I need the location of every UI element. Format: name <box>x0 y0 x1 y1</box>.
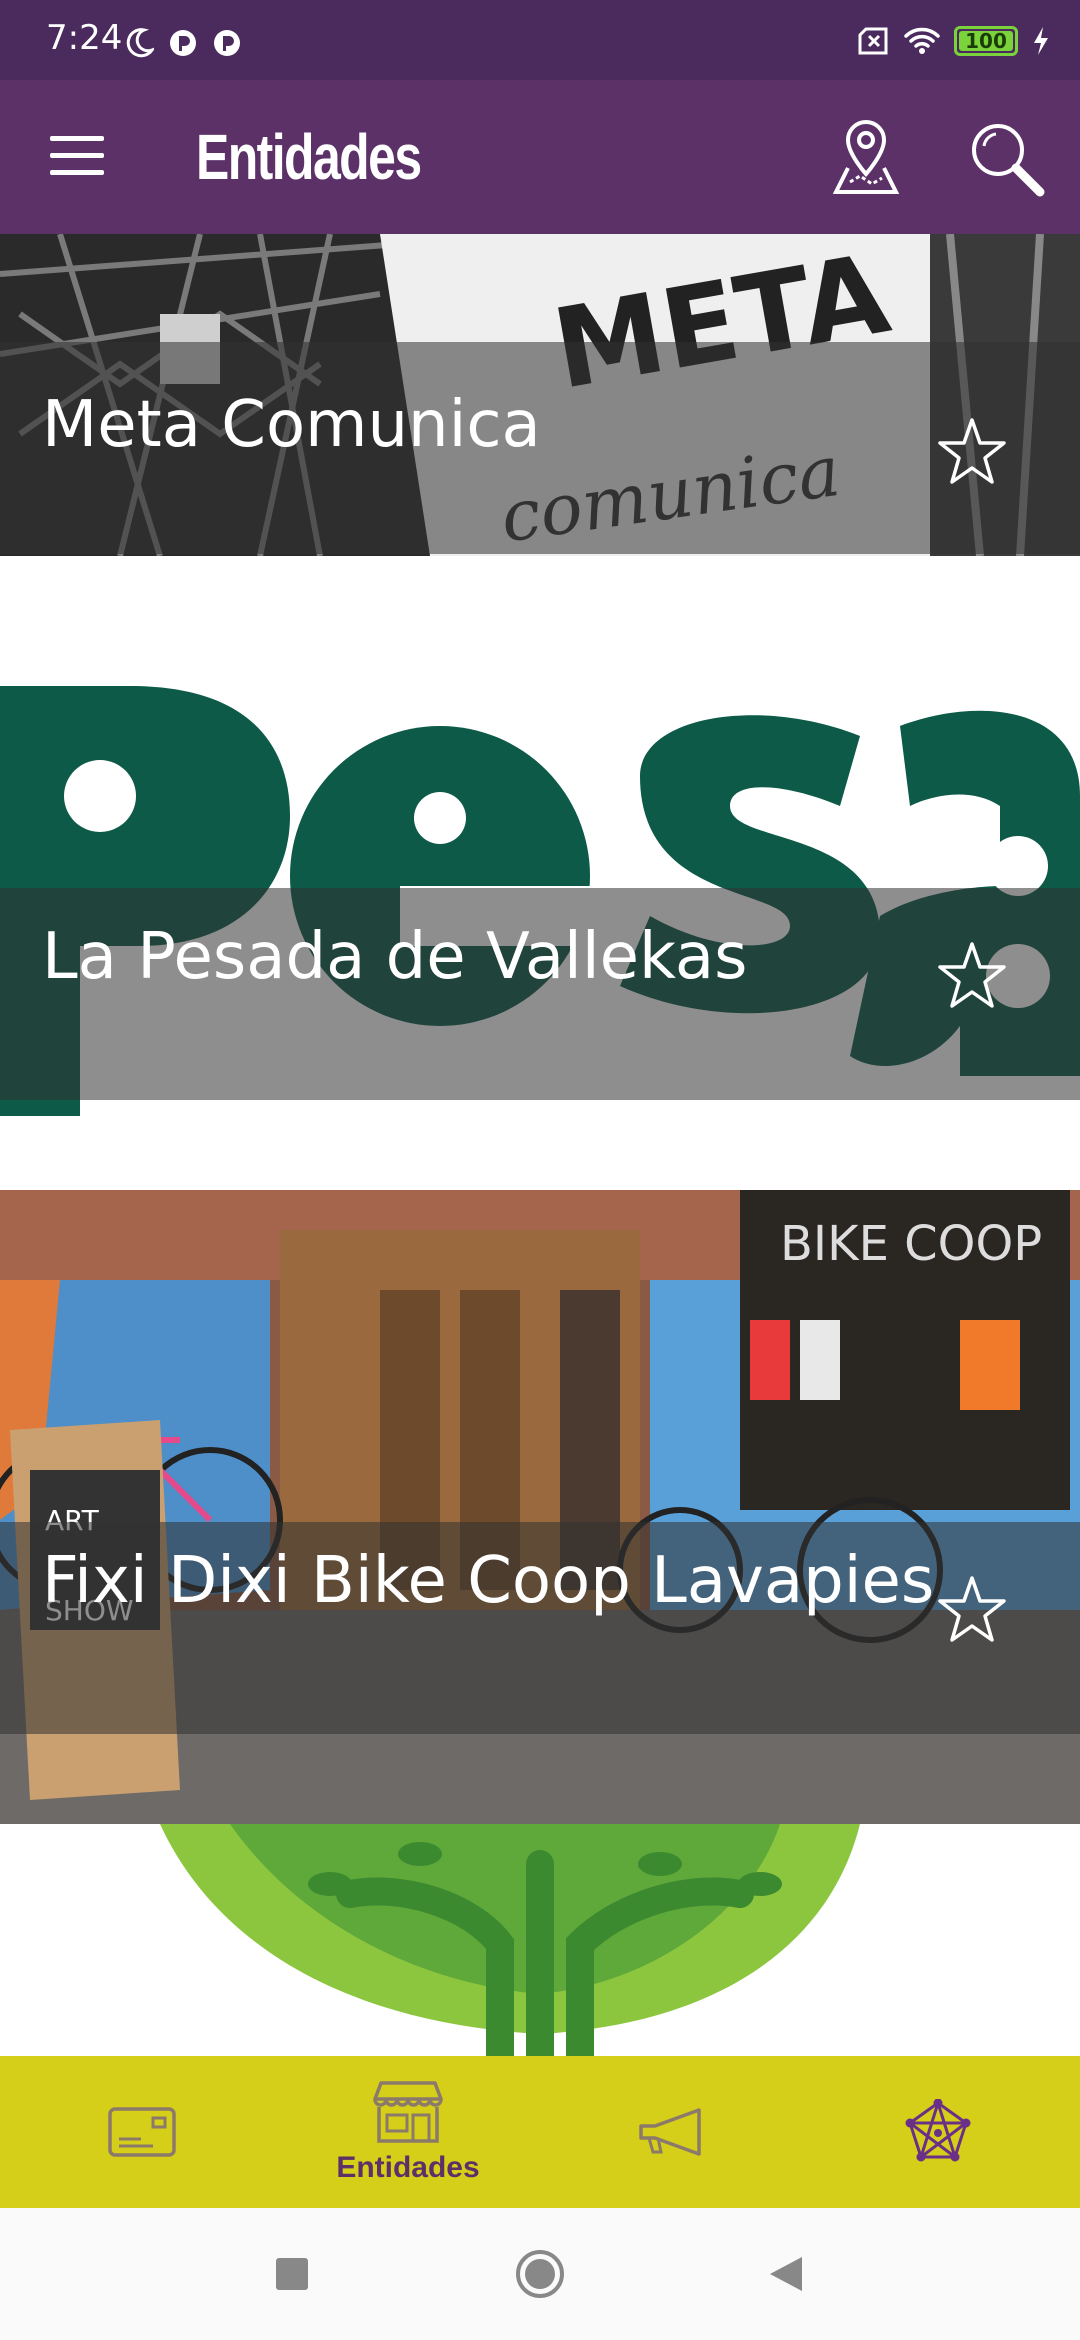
recents-button[interactable] <box>260 2242 324 2306</box>
map-pin-icon <box>832 119 900 194</box>
hamburger-menu-icon <box>50 136 104 141</box>
entity-card-fixi-dixi-bike-coop[interactable]: BIKE COOP ART SHOW Fixi Dixi Bike Coop L… <box>0 1190 1080 1824</box>
menu-button[interactable] <box>50 136 104 178</box>
system-navigation-bar <box>0 2208 1080 2340</box>
battery-icon: 100 <box>954 26 1018 56</box>
search-button[interactable] <box>966 118 1046 198</box>
do-not-disturb-moon-icon <box>126 28 154 58</box>
network-icon <box>905 2099 971 2162</box>
status-right-icons: 100 <box>858 26 1050 56</box>
storefront-icon <box>373 2081 443 2143</box>
app-notification-icon <box>170 30 196 56</box>
battery-level: 100 <box>965 29 1007 53</box>
nav-item-entidades[interactable]: Entidades <box>318 2056 498 2208</box>
star-outline-icon <box>938 1576 1006 1642</box>
status-bar: 7:24 100 <box>0 0 1080 80</box>
favorite-button[interactable] <box>934 1572 1010 1648</box>
status-left-icons <box>126 28 242 58</box>
back-button[interactable] <box>754 2242 818 2306</box>
entity-image <box>0 1824 1080 2056</box>
entity-name: Meta Comunica <box>42 388 541 462</box>
entity-card-partial[interactable] <box>0 1824 1080 2056</box>
bottom-navigation: Entidades <box>0 2056 1080 2208</box>
entity-card-la-pesada-de-vallekas[interactable]: La Pesada de Vallekas <box>0 556 1080 1190</box>
nav-item-announcements[interactable] <box>582 2056 762 2208</box>
entity-name: La Pesada de Vallekas <box>42 920 748 994</box>
nav-label-entidades: Entidades <box>336 2151 480 2184</box>
map-button[interactable] <box>826 116 906 200</box>
home-button[interactable] <box>508 2242 572 2306</box>
charging-bolt-icon <box>1034 27 1048 55</box>
circle-home-icon <box>516 2250 564 2298</box>
nav-item-network[interactable] <box>848 2056 1028 2208</box>
status-time: 7:24 <box>46 18 123 58</box>
nav-item-card[interactable] <box>52 2056 232 2208</box>
card-icon <box>108 2107 176 2157</box>
triangle-back-icon <box>770 2257 802 2291</box>
entity-list[interactable]: META comunica Meta Comunica <box>0 234 1080 2056</box>
svg-text:BIKE COOP: BIKE COOP <box>780 1216 1042 1272</box>
megaphone-icon <box>639 2108 701 2156</box>
page-title: Entidades <box>196 121 422 193</box>
favorite-button[interactable] <box>934 938 1010 1014</box>
app-notification-icon <box>214 30 240 56</box>
star-outline-icon <box>938 418 1006 484</box>
star-outline-icon <box>938 942 1006 1008</box>
entity-name: Fixi Dixi Bike Coop Lavapies <box>42 1544 935 1618</box>
wifi-icon <box>904 27 940 54</box>
app-bar: Entidades <box>0 80 1080 234</box>
no-sim-icon <box>858 27 888 55</box>
search-icon <box>972 124 1045 197</box>
entity-card-meta-comunica[interactable]: META comunica Meta Comunica <box>0 234 1080 556</box>
square-recents-icon <box>276 2258 308 2290</box>
favorite-button[interactable] <box>934 414 1010 490</box>
